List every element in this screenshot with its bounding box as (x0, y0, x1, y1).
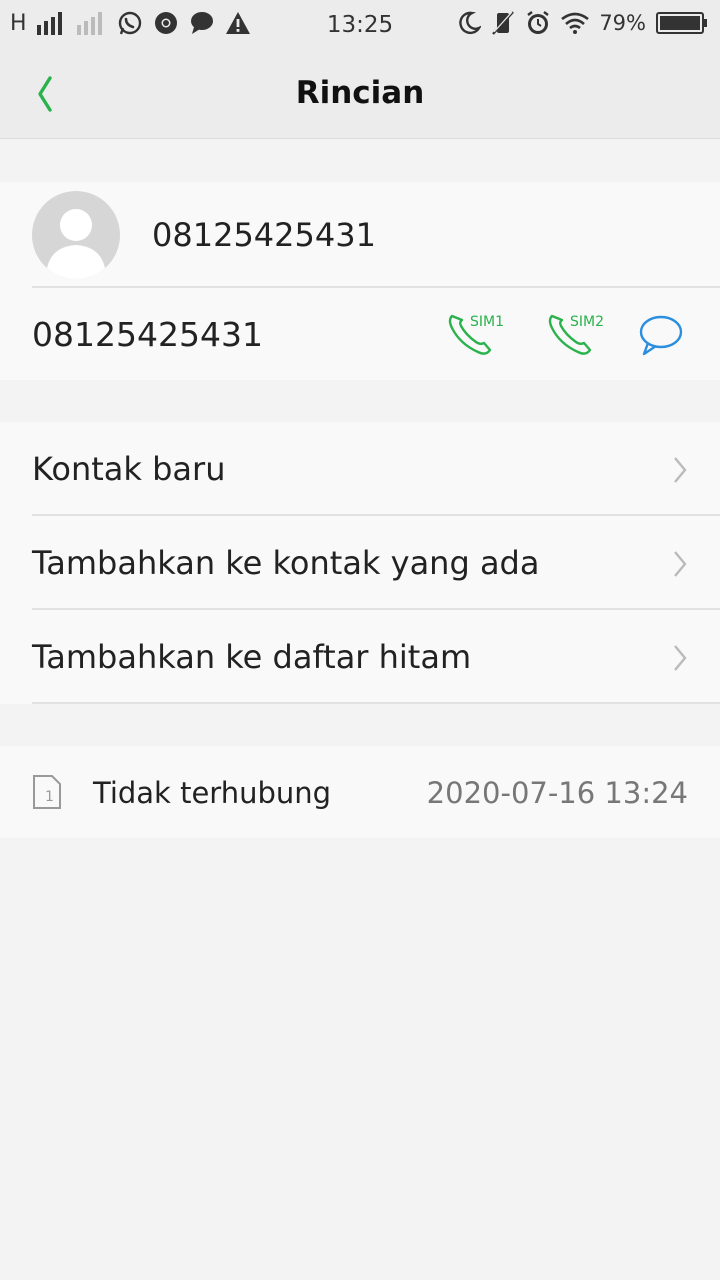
option-label: Tambahkan ke daftar hitam (32, 638, 472, 676)
call-sim1-button[interactable]: SIM1 (446, 310, 508, 358)
moon-icon (457, 11, 482, 35)
chevron-right-icon (674, 645, 687, 671)
status-right: 79% (457, 10, 708, 36)
divider (32, 702, 720, 704)
contact-number[interactable]: 08125425431 (32, 315, 263, 354)
sim-number: 1 (45, 789, 54, 805)
option-label: Kontak baru (32, 450, 226, 488)
page-title: Rincian (295, 75, 425, 111)
new-contact-option[interactable]: Kontak baru (0, 422, 720, 516)
app-header: Rincian (0, 50, 720, 139)
call-sim2-button[interactable]: SIM2 (546, 310, 608, 358)
option-label: Tambahkan ke kontak yang ada (32, 544, 540, 582)
alarm-icon (525, 10, 551, 36)
call-datetime: 2020-07-16 13:24 (426, 776, 688, 810)
add-to-blacklist-option[interactable]: Tambahkan ke daftar hitam (0, 610, 720, 704)
message-button[interactable] (638, 314, 684, 358)
sim2-label: SIM2 (570, 314, 605, 330)
chevron-right-icon (674, 551, 687, 577)
battery-icon (656, 12, 708, 34)
call-status: Tidak terhubung (93, 776, 332, 810)
wifi-icon (561, 12, 590, 34)
divider (32, 286, 720, 288)
sim-card-icon: 1 (33, 775, 61, 809)
battery-percent: 79% (599, 11, 646, 35)
sim1-label: SIM1 (470, 314, 505, 330)
contact-name: 08125425431 (152, 216, 376, 254)
status-bar: H 13:25 79% (0, 0, 720, 50)
person-icon (46, 209, 106, 279)
avatar (32, 191, 120, 279)
contact-card: 08125425431 08125425431 SIM1 SIM2 (0, 182, 720, 380)
chevron-right-icon (674, 457, 687, 483)
vibrate-off-icon (491, 10, 515, 36)
call-log-entry: 1 Tidak terhubung 2020-07-16 13:24 (0, 746, 720, 838)
add-to-existing-contact-option[interactable]: Tambahkan ke kontak yang ada (0, 516, 720, 610)
options-list: Kontak baru Tambahkan ke kontak yang ada… (0, 422, 720, 704)
chat-bubble-icon (639, 315, 683, 356)
